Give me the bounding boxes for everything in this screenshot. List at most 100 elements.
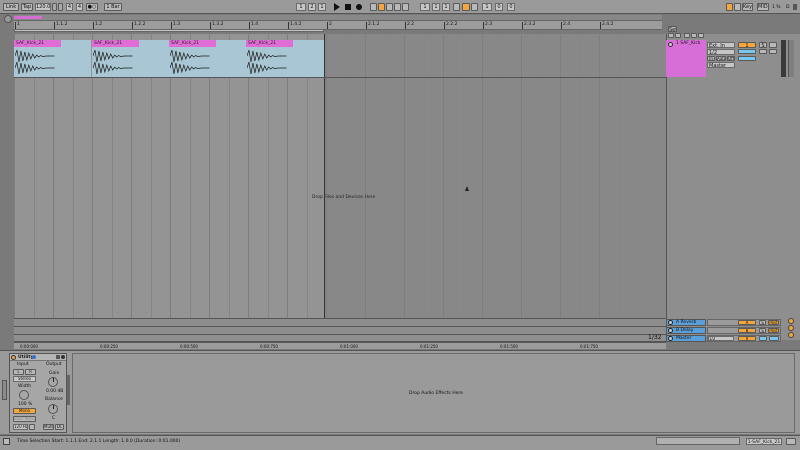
draw-toggle-button[interactable] (684, 33, 690, 38)
punch-in-button[interactable] (453, 3, 460, 11)
tempo-nudge-up[interactable] (58, 3, 63, 11)
overdub-button[interactable] (370, 3, 377, 11)
audio-clip[interactable]: SAF_Kick_21 (92, 40, 169, 77)
stop-icon[interactable] (345, 4, 351, 10)
arrangement-position-beat[interactable]: 2 (308, 3, 316, 11)
mixer-scrollbar[interactable] (788, 40, 794, 77)
fold-toggle-button[interactable] (698, 33, 704, 38)
midi-map-button[interactable]: MIDI (757, 3, 769, 11)
tempo-field[interactable]: 120.00 (35, 3, 51, 11)
audio-clip[interactable]: SAF_Kick_21 (169, 40, 246, 77)
metronome-button[interactable]: ●○ (86, 3, 98, 11)
arrangement-position-sixteenth[interactable]: 1 (318, 3, 326, 11)
track-activator-button[interactable]: 1 (738, 42, 756, 48)
return-activator-button[interactable]: A (738, 320, 756, 325)
follow-button[interactable] (668, 33, 674, 38)
send-a-knob[interactable] (738, 49, 756, 54)
loop-length-beat[interactable]: 0 (495, 3, 503, 11)
phase-right-button[interactable]: R (25, 369, 36, 375)
loop-length-bar[interactable]: 1 (482, 3, 492, 11)
show-sends-icon[interactable] (788, 325, 794, 331)
mute-button[interactable]: Mute (43, 424, 54, 430)
mixer-set-button[interactable]: Set (668, 26, 677, 32)
time-sig-denominator[interactable]: 4 (76, 3, 83, 11)
computer-midi-keyboard-button[interactable] (734, 3, 741, 11)
device-save-icon[interactable] (56, 355, 60, 359)
show-mixer-icon[interactable] (788, 332, 794, 338)
reenable-automation-button[interactable] (386, 3, 393, 11)
track-name[interactable]: 1 SAF_Kick (676, 41, 700, 46)
audio-to-select[interactable]: Master (707, 62, 735, 68)
capture-midi-button[interactable] (394, 3, 401, 11)
master-pan-field[interactable] (769, 336, 779, 341)
detail-view-toggle-button[interactable] (786, 438, 796, 445)
dc-button[interactable]: DC (55, 424, 64, 430)
device-hot-swap-icon[interactable] (32, 355, 36, 359)
device-on-icon[interactable] (11, 355, 16, 360)
back-to-arrangement-button[interactable] (675, 33, 681, 38)
draw-mode-button[interactable] (726, 3, 733, 11)
master-output-select[interactable]: 1/2 (708, 336, 734, 341)
volume-field[interactable] (769, 49, 777, 54)
audio-from-select[interactable]: Ext. In (707, 42, 735, 48)
loop-switch-button[interactable] (462, 3, 470, 11)
loop-length-sixteenth[interactable]: 0 (507, 3, 515, 11)
input-channel-select[interactable]: 1/2 (707, 49, 735, 55)
return-post-button[interactable]: Post (768, 320, 779, 325)
scroll-left-icon[interactable] (4, 15, 12, 23)
track-fold-icon[interactable] (668, 320, 673, 325)
track-fold-icon[interactable] (668, 42, 673, 47)
master-volume-field[interactable] (759, 336, 767, 341)
track-fold-icon[interactable] (668, 328, 673, 333)
bass-audition-button[interactable] (29, 424, 35, 430)
return-solo-button[interactable]: S (759, 328, 766, 333)
channel-mode-select[interactable]: Stereo (13, 376, 36, 382)
arrangement-view[interactable]: Drop Files and Devices Here (14, 34, 666, 340)
show-io-icon[interactable] (788, 318, 794, 324)
track-solo-button[interactable]: S (759, 42, 767, 48)
time-sig-numerator[interactable]: 4 (66, 3, 73, 11)
phase-left-button[interactable]: L (13, 369, 24, 375)
automation-arm-button[interactable] (378, 3, 385, 11)
tempo-nudge-down[interactable] (52, 3, 57, 11)
quantize-menu[interactable]: 1 Bar (104, 3, 122, 11)
loop-start-sixteenth[interactable]: 1 (442, 3, 450, 11)
return-post-button[interactable]: Post (768, 328, 779, 333)
monitor-auto-button[interactable]: Auto (716, 56, 726, 61)
audio-clip[interactable]: SAF_Kick_21 (246, 40, 324, 77)
master-cue-button[interactable]: 0 (738, 336, 756, 341)
arrangement-position-bar[interactable]: 1 (296, 3, 306, 11)
return-track-name[interactable]: A Reverb (676, 320, 696, 325)
key-map-button[interactable]: Key (742, 3, 753, 11)
punch-out-button[interactable] (471, 3, 478, 11)
return-activator-button[interactable]: B (738, 328, 756, 333)
device-scrollbar[interactable] (67, 375, 70, 405)
bass-mono-button[interactable]: Bass Mono (13, 416, 36, 422)
time-ruler-bottom[interactable]: 0:00:000 0:00:250 0:00:500 0:00:750 0:01:000… (14, 342, 666, 349)
play-icon[interactable] (334, 3, 340, 11)
audio-clip[interactable]: SAF_Kick_21 (14, 40, 91, 77)
width-knob[interactable] (19, 390, 29, 400)
link-button[interactable]: Link (3, 3, 19, 11)
return-solo-button[interactable]: S (759, 320, 766, 325)
return-track-name[interactable]: Master (676, 336, 691, 341)
mono-button[interactable]: Mono (13, 408, 36, 414)
pan-knob[interactable] (759, 49, 767, 54)
loop-brace[interactable] (14, 29, 324, 32)
monitor-off-button[interactable]: Off (727, 56, 735, 61)
record-icon[interactable] (356, 4, 362, 10)
automation-toggle-button[interactable] (691, 33, 697, 38)
session-record-button[interactable] (402, 3, 409, 11)
info-view-toggle-icon[interactable] (3, 438, 10, 445)
bass-mono-frequency[interactable]: 120 Hz (13, 424, 28, 430)
track-arm-button[interactable] (769, 42, 777, 48)
loop-start-bar[interactable]: 1 (420, 3, 430, 11)
tap-tempo-button[interactable]: Tap (21, 3, 33, 11)
loop-start-beat[interactable]: 1 (432, 3, 440, 11)
monitor-in-button[interactable]: In (707, 56, 715, 61)
left-panel-toggle-icon[interactable] (2, 380, 7, 400)
track-fold-icon[interactable] (668, 336, 673, 341)
send-b-knob[interactable] (738, 56, 756, 61)
return-track-name[interactable]: B Delay (676, 328, 693, 333)
device-close-icon[interactable] (61, 355, 65, 359)
